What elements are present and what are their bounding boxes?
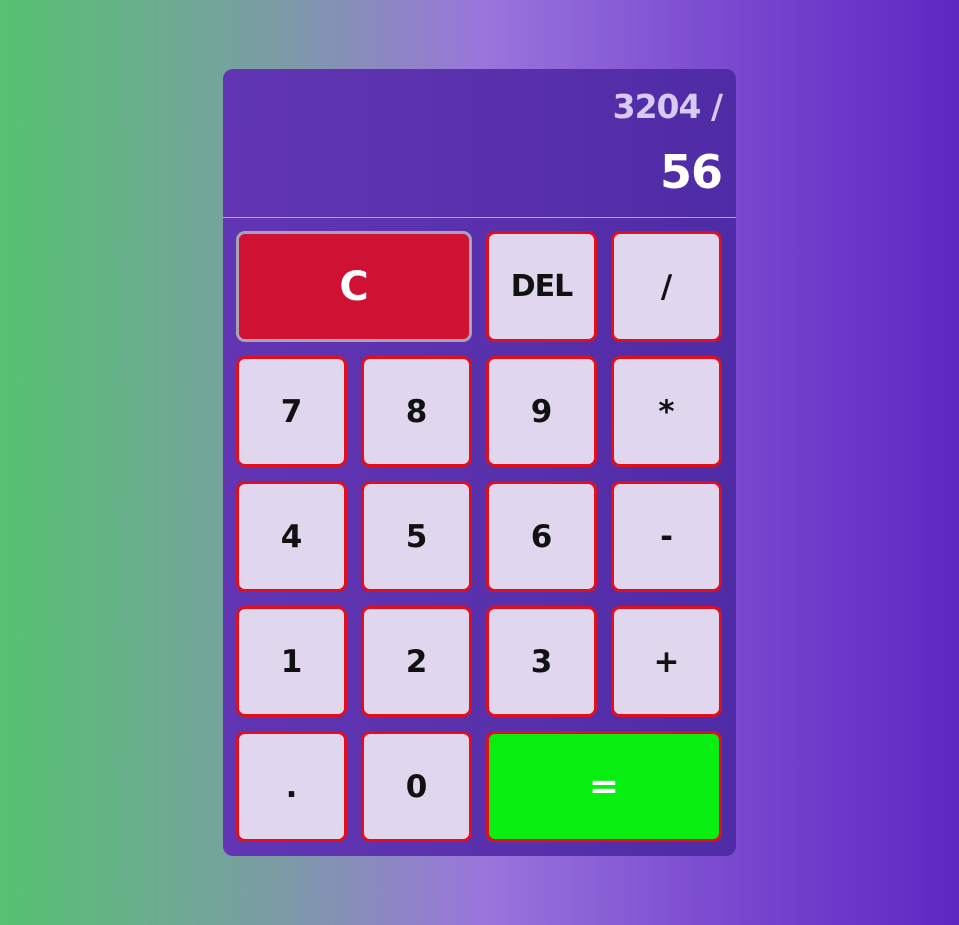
digit-6-button[interactable]: 6 bbox=[486, 481, 597, 592]
current-operand: 56 bbox=[659, 145, 723, 199]
digit-9-button[interactable]: 9 bbox=[486, 356, 597, 467]
previous-operand: 3204 / bbox=[612, 87, 723, 126]
calculator-display: 3204 / 56 bbox=[223, 69, 736, 218]
multiply-button[interactable]: * bbox=[611, 356, 722, 467]
digit-3-button[interactable]: 3 bbox=[486, 606, 597, 717]
divide-button[interactable]: / bbox=[611, 231, 722, 342]
add-button[interactable]: + bbox=[611, 606, 722, 717]
digit-4-button[interactable]: 4 bbox=[236, 481, 347, 592]
calculator: 3204 / 56 C DEL / 7 8 9 * 4 5 6 - 1 2 3 … bbox=[223, 69, 736, 856]
equals-button[interactable]: = bbox=[486, 731, 722, 842]
keypad: C DEL / 7 8 9 * 4 5 6 - 1 2 3 + . 0 = bbox=[236, 231, 723, 843]
digit-8-button[interactable]: 8 bbox=[361, 356, 472, 467]
decimal-button[interactable]: . bbox=[236, 731, 347, 842]
subtract-button[interactable]: - bbox=[611, 481, 722, 592]
digit-2-button[interactable]: 2 bbox=[361, 606, 472, 717]
digit-7-button[interactable]: 7 bbox=[236, 356, 347, 467]
delete-button[interactable]: DEL bbox=[486, 231, 597, 342]
digit-1-button[interactable]: 1 bbox=[236, 606, 347, 717]
clear-button[interactable]: C bbox=[236, 231, 472, 342]
digit-5-button[interactable]: 5 bbox=[361, 481, 472, 592]
digit-0-button[interactable]: 0 bbox=[361, 731, 472, 842]
